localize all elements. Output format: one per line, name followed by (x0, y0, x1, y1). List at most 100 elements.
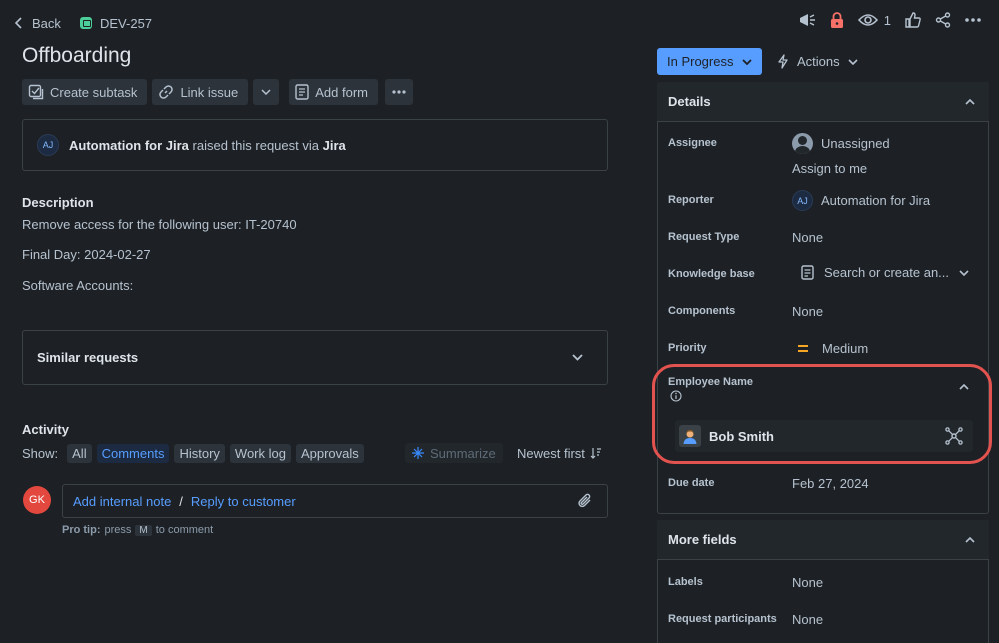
more-fields-header[interactable]: More fields (657, 520, 989, 560)
chevron-up-icon (965, 98, 975, 105)
more-options-icon[interactable] (965, 18, 981, 22)
components-label: Components (668, 305, 736, 317)
more-actions-button[interactable] (385, 79, 413, 105)
request-type-value[interactable]: None (792, 230, 823, 245)
lock-icon[interactable] (830, 12, 844, 28)
subtask-icon (28, 84, 44, 100)
chevron-left-icon (14, 17, 22, 29)
avatar: AJ (792, 190, 813, 211)
pro-tip-press: press (104, 524, 132, 536)
priority-field[interactable]: Medium (797, 341, 868, 356)
form-icon (295, 84, 309, 100)
filter-all[interactable]: All (67, 443, 92, 463)
show-label: Show: (22, 445, 59, 461)
summarize-button[interactable]: Summarize (405, 443, 503, 463)
keyboard-shortcut: M (135, 524, 152, 536)
issue-action-toolbar: Create subtask Link issue Add form (22, 79, 413, 105)
details-heading: Details (668, 94, 711, 109)
more-fields-heading: More fields (668, 532, 737, 547)
request-origin-banner: AJ Automation for Jira raised this reque… (22, 119, 608, 171)
filter-history[interactable]: History (174, 443, 225, 463)
filter-comments[interactable]: Comments (96, 443, 170, 463)
sort-icon (590, 448, 601, 459)
watchers-count: 1 (883, 12, 891, 28)
filter-work-log[interactable]: Work log (229, 443, 291, 463)
eye-icon (857, 14, 878, 26)
description-heading: Description (22, 195, 94, 210)
request-participants-value[interactable]: None (792, 612, 823, 627)
link-issue-label: Link issue (180, 84, 239, 100)
service-request-icon (80, 17, 92, 29)
reporter-value: Automation for Jira (821, 193, 931, 208)
reply-to-customer-link[interactable]: Reply to customer (191, 494, 296, 509)
avatar: AJ (37, 134, 59, 156)
description-line[interactable]: Remove access for the following user: IT… (22, 217, 297, 232)
paperclip-icon[interactable] (577, 493, 593, 509)
comment-editor[interactable]: Add internal note / Reply to customer (62, 484, 608, 518)
more-icon (392, 90, 406, 94)
link-issue-dropdown-button[interactable] (253, 79, 280, 105)
create-subtask-button[interactable]: Create subtask (22, 79, 148, 105)
assignee-label: Assignee (668, 137, 717, 149)
details-header[interactable]: Details (657, 82, 989, 122)
activity-heading: Activity (22, 422, 69, 437)
labels-value[interactable]: None (792, 575, 823, 590)
reporter-field[interactable]: AJ Automation for Jira (792, 190, 930, 211)
due-date-value[interactable]: Feb 27, 2024 (792, 476, 869, 491)
chevron-up-icon (965, 536, 975, 543)
description-line[interactable]: Final Day: 2024-02-27 (22, 247, 151, 262)
pro-tip: Pro tip: press M to comment (62, 524, 213, 536)
issue-title[interactable]: Offboarding (22, 44, 131, 68)
top-toolbar: 1 (798, 12, 981, 28)
sort-label: Newest first (517, 445, 585, 461)
share-icon[interactable] (935, 12, 951, 28)
link-issue-button[interactable]: Link issue (152, 79, 249, 105)
back-button[interactable]: Back (14, 14, 61, 32)
separator: / (179, 493, 183, 509)
due-date-label: Due date (668, 477, 715, 489)
add-form-button[interactable]: Add form (289, 79, 378, 105)
chevron-down-icon (742, 58, 752, 65)
back-label: Back (32, 15, 61, 31)
issue-key: DEV-257 (100, 15, 153, 31)
priority-value: Medium (822, 341, 869, 356)
request-actor: Automation for Jira (69, 137, 189, 153)
issue-key-link[interactable]: DEV-257 (80, 14, 152, 32)
assignee-field[interactable]: Unassigned (792, 133, 890, 154)
chevron-down-icon (848, 58, 858, 65)
knowledge-base-label: Knowledge base (668, 268, 755, 280)
assign-to-me-link[interactable]: Assign to me (792, 161, 867, 176)
actions-dropdown[interactable]: Actions (777, 48, 858, 75)
pro-tip-prefix: Pro tip: (62, 524, 101, 536)
chevron-down-icon (572, 354, 583, 361)
labels-label: Labels (668, 576, 703, 588)
knowledge-base-select[interactable]: Search or create an... (801, 265, 969, 280)
document-icon (801, 265, 814, 280)
priority-medium-icon (798, 345, 808, 352)
highlight-annotation (652, 364, 992, 464)
request-channel: Jira (322, 137, 346, 153)
similar-requests-panel[interactable]: Similar requests (22, 330, 608, 385)
create-subtask-label: Create subtask (50, 84, 138, 100)
chevron-down-icon (261, 89, 271, 95)
assignee-value: Unassigned (821, 136, 890, 151)
knowledge-base-value: Search or create an... (824, 265, 950, 280)
add-internal-note-link[interactable]: Add internal note (73, 494, 171, 509)
similar-requests-label: Similar requests (37, 350, 139, 365)
description-line[interactable]: Software Accounts: (22, 278, 133, 293)
avatar: GK (23, 486, 51, 514)
filter-approvals[interactable]: Approvals (295, 443, 364, 463)
sparkle-icon (412, 447, 424, 459)
components-value[interactable]: None (792, 304, 823, 319)
link-icon (159, 85, 174, 99)
feedback-megaphone-icon[interactable] (798, 12, 816, 28)
chevron-down-icon (959, 269, 969, 276)
sort-order-button[interactable]: Newest first (517, 443, 602, 463)
status-dropdown[interactable]: In Progress (657, 48, 762, 75)
watchers-button[interactable]: 1 (857, 12, 891, 28)
reporter-label: Reporter (668, 194, 714, 206)
summarize-label: Summarize (430, 445, 496, 461)
request-origin-text: raised this request via (192, 137, 319, 153)
activity-filter-row: Show: All Comments History Work log Appr… (22, 443, 364, 463)
thumbs-up-icon[interactable] (905, 12, 921, 28)
